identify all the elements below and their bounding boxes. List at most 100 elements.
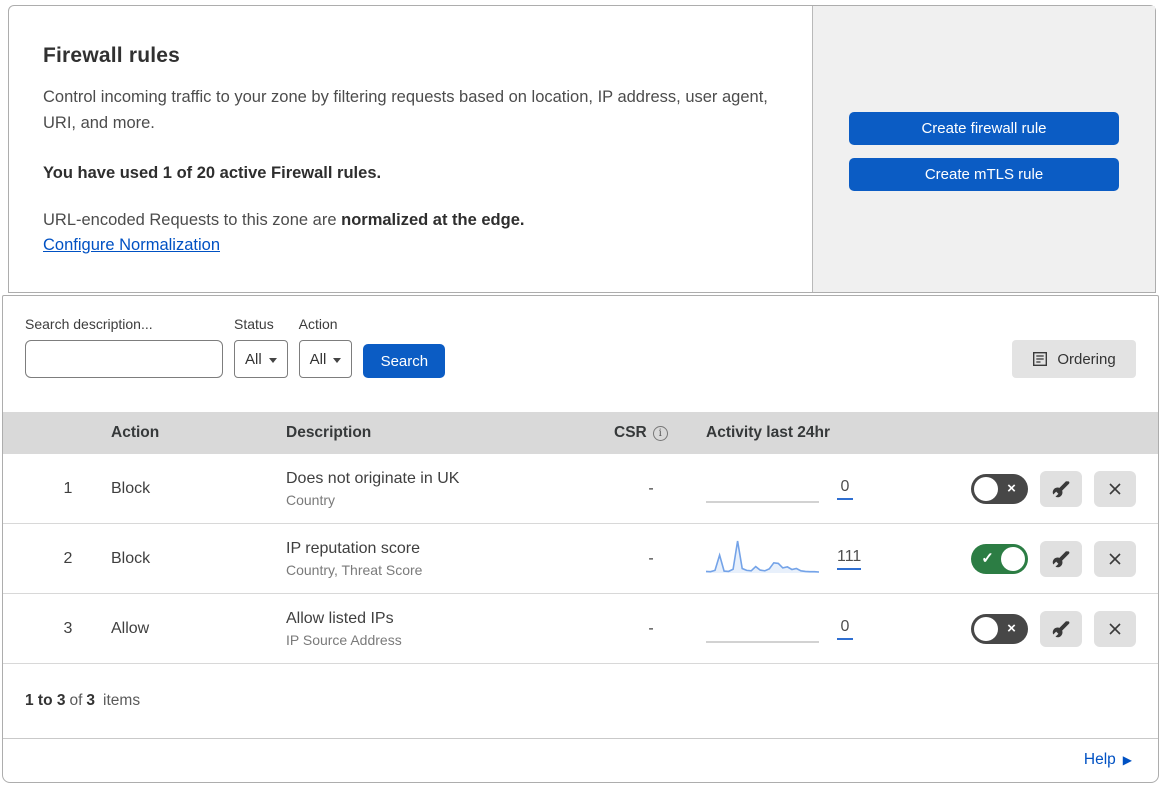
rule-activity-cell: 0: [706, 468, 936, 510]
activity-sparkline-flat: [706, 468, 819, 510]
rule-enabled-toggle[interactable]: ×: [971, 613, 1028, 644]
create-mtls-rule-button[interactable]: Create mTLS rule: [849, 158, 1119, 191]
toggle-check-icon: ✓: [981, 550, 994, 567]
rule-description-cell: Does not originate in UK Country: [286, 470, 596, 508]
activity-count[interactable]: 0: [837, 478, 853, 500]
rule-description: Allow listed IPs: [286, 609, 394, 627]
action-select[interactable]: All: [298, 340, 353, 378]
chevron-down-icon: [333, 357, 342, 363]
list-icon: [1033, 352, 1048, 367]
action-selected-value: All: [309, 350, 327, 368]
toggle-off-icon: ×: [1007, 480, 1016, 497]
items-label: items: [103, 692, 141, 709]
rule-fields: Country: [286, 491, 336, 508]
rule-enabled-toggle[interactable]: ✓: [971, 543, 1028, 574]
activity-column-header: Activity last 24hr: [706, 424, 831, 441]
csr-header-label: CSR: [614, 424, 647, 441]
search-button[interactable]: Search: [363, 344, 446, 378]
rule-description-cell: Allow listed IPs IP Source Address: [286, 610, 596, 648]
normalization-note: URL-encoded Requests to this zone are no…: [43, 211, 772, 230]
rule-controls: ×: [936, 470, 1136, 507]
intro-description: Control incoming traffic to your zone by…: [43, 88, 768, 132]
close-icon: [1109, 482, 1121, 495]
edit-rule-button[interactable]: [1040, 470, 1082, 507]
rule-activity-cell: 111: [705, 538, 936, 580]
rule-priority: 2: [63, 549, 73, 567]
rule-activity-cell: 0: [706, 608, 936, 650]
delete-rule-button[interactable]: [1094, 540, 1136, 577]
action-group: Action All: [298, 316, 353, 378]
wrench-icon: [1052, 480, 1070, 497]
help-link[interactable]: Help ▶: [1084, 751, 1132, 769]
rule-controls: ✓: [936, 540, 1136, 577]
rule-csr: -: [648, 549, 654, 567]
csr-column-header: CSR i: [596, 424, 706, 442]
toggle-knob: [974, 476, 998, 501]
of-label: of: [69, 692, 83, 709]
search-label: Search description...: [25, 316, 153, 332]
status-label: Status: [234, 316, 274, 332]
page-title: Firewall rules: [43, 44, 181, 67]
table-row: 1 Block Does not originate in UK Country…: [3, 454, 1158, 524]
rule-description: IP reputation score: [286, 539, 421, 557]
rule-controls: ×: [936, 610, 1136, 647]
rule-fields: IP Source Address: [286, 631, 402, 648]
status-select[interactable]: All: [234, 340, 288, 378]
status-selected-value: All: [245, 350, 262, 368]
toggle-off-icon: ×: [1007, 620, 1016, 637]
toggle-knob: [1001, 546, 1025, 571]
delete-rule-button[interactable]: [1094, 470, 1136, 507]
pagination-summary: 1 to 3 of 3 items: [3, 664, 1158, 739]
items-range: 1 to 3: [25, 692, 66, 709]
rule-action: Block: [111, 479, 151, 497]
close-icon: [1109, 552, 1121, 565]
wrench-icon: [1052, 550, 1070, 567]
edit-rule-button[interactable]: [1040, 540, 1082, 577]
table-header-row: Action Description CSR i Activity last 2…: [3, 412, 1158, 454]
rule-enabled-toggle[interactable]: ×: [971, 473, 1028, 504]
rule-description-cell: IP reputation score Country, Threat Scor…: [286, 540, 596, 578]
search-input[interactable]: [40, 351, 221, 367]
status-group: Status All: [234, 316, 288, 378]
toggle-knob: [974, 616, 998, 641]
normalization-text: URL-encoded Requests to this zone are: [43, 211, 337, 229]
usage-summary: You have used 1 of 20 active Firewall ru…: [43, 164, 382, 182]
close-icon: [1109, 622, 1121, 635]
rules-list-card: Search description... Status All Action …: [2, 295, 1159, 783]
search-box: [25, 340, 223, 378]
create-firewall-rule-button[interactable]: Create firewall rule: [849, 112, 1119, 145]
intro-card: Firewall rules Control incoming traffic …: [8, 5, 1156, 293]
rule-action: Allow: [111, 619, 150, 637]
actions-panel: Create firewall rule Create mTLS rule: [812, 6, 1155, 292]
wrench-icon: [1052, 620, 1070, 637]
arrow-right-icon: ▶: [1122, 753, 1132, 767]
filter-bar: Search description... Status All Action …: [3, 296, 1158, 412]
ordering-button-label: Ordering: [1057, 350, 1116, 368]
rule-action: Block: [111, 549, 151, 567]
activity-sparkline-chart: [705, 540, 820, 573]
ordering-button[interactable]: Ordering: [1012, 340, 1136, 378]
table-row: 3 Allow Allow listed IPs IP Source Addre…: [3, 594, 1158, 664]
normalization-bold: normalized at the edge.: [341, 211, 525, 229]
help-label: Help: [1083, 751, 1116, 768]
info-icon[interactable]: i: [652, 425, 668, 441]
activity-count[interactable]: 111: [837, 548, 862, 570]
description-column-header: Description: [286, 424, 372, 441]
table-row: 2 Block IP reputation score Country, Thr…: [3, 524, 1158, 594]
delete-rule-button[interactable]: [1094, 610, 1136, 647]
search-group: Search description...: [25, 316, 223, 378]
activity-sparkline-flat: [706, 608, 819, 650]
help-row: Help ▶: [3, 739, 1158, 781]
action-label: Action: [298, 316, 338, 332]
rule-fields: Country, Threat Score: [286, 561, 423, 578]
rule-csr: -: [648, 479, 654, 497]
rule-csr: -: [648, 619, 654, 637]
edit-rule-button[interactable]: [1040, 610, 1082, 647]
chevron-down-icon: [268, 357, 277, 363]
rule-priority: 1: [63, 479, 73, 497]
configure-normalization-link[interactable]: Configure Normalization: [43, 236, 220, 255]
action-column-header: Action: [111, 424, 160, 441]
activity-sparkline: [705, 538, 820, 580]
activity-count[interactable]: 0: [837, 618, 853, 640]
intro-text-section: Firewall rules Control incoming traffic …: [9, 6, 812, 292]
